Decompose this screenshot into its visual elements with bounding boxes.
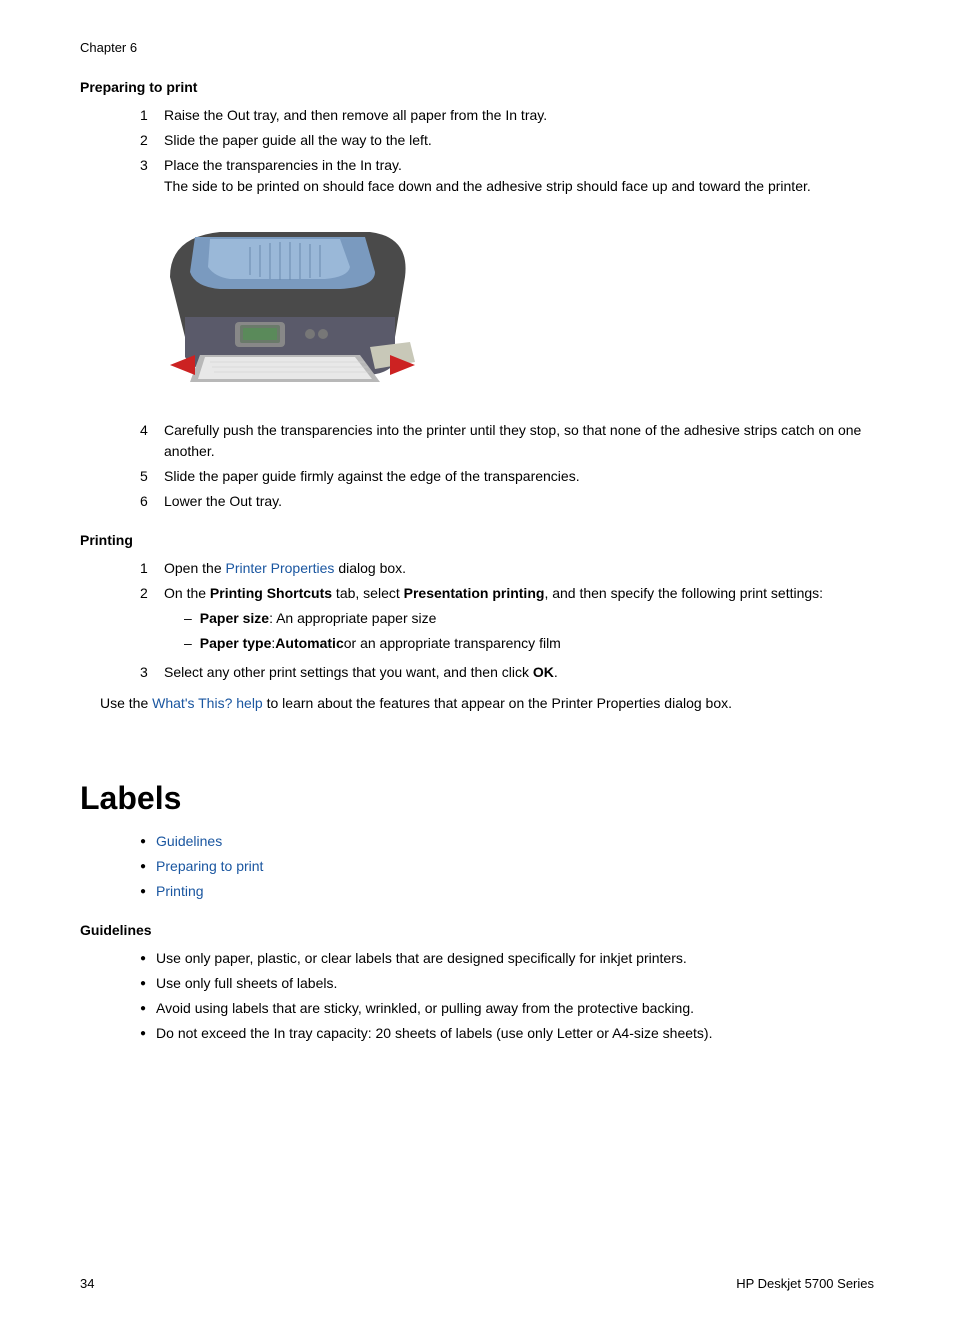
step-2: 2 Slide the paper guide all the way to t… <box>140 130 874 151</box>
toc-item-guidelines: Guidelines <box>140 831 874 852</box>
guidelines-section: Guidelines Use only paper, plastic, or c… <box>80 922 874 1044</box>
step-3-text: Place the transparencies in the In tray.… <box>164 155 874 197</box>
labels-section: Labels Guidelines Preparing to print Pri… <box>80 780 874 902</box>
print-settings-list: Paper size: An appropriate paper size Pa… <box>184 608 874 654</box>
printing-link[interactable]: Printing <box>156 881 203 902</box>
printing-step-1-num: 1 <box>140 558 164 579</box>
step-5-num: 5 <box>140 466 164 487</box>
guidelines-list: Use only paper, plastic, or clear labels… <box>140 948 874 1044</box>
guideline-4: Do not exceed the In tray capacity: 20 s… <box>140 1023 874 1044</box>
guideline-2: Use only full sheets of labels. <box>140 973 874 994</box>
step-2-num: 2 <box>140 130 164 151</box>
toc-item-preparing: Preparing to print <box>140 856 874 877</box>
page: Chapter 6 Preparing to print 1 Raise the… <box>0 0 954 1321</box>
step-6: 6 Lower the Out tray. <box>140 491 874 512</box>
step-4: 4 Carefully push the transparencies into… <box>140 420 874 462</box>
steps-list-1: 1 Raise the Out tray, and then remove al… <box>140 105 874 197</box>
step-4-num: 4 <box>140 420 164 462</box>
printing-section: Printing 1 Open the Printer Properties d… <box>80 532 874 714</box>
printing-step-2: 2 On the Printing Shortcuts tab, select … <box>140 583 874 658</box>
printing-step-1: 1 Open the Printer Properties dialog box… <box>140 558 874 579</box>
printer-properties-link[interactable]: Printer Properties <box>226 560 335 576</box>
step-6-text: Lower the Out tray. <box>164 491 874 512</box>
printing-step-2-text: On the Printing Shortcuts tab, select Pr… <box>164 583 874 658</box>
printing-step-1-text: Open the Printer Properties dialog box. <box>164 558 874 579</box>
preparing-to-print-link[interactable]: Preparing to print <box>156 856 263 877</box>
paper-size-setting: Paper size: An appropriate paper size <box>184 608 874 629</box>
step-1: 1 Raise the Out tray, and then remove al… <box>140 105 874 126</box>
step-5-text: Slide the paper guide firmly against the… <box>164 466 874 487</box>
guideline-3: Avoid using labels that are sticky, wrin… <box>140 998 874 1019</box>
step-4-text: Carefully push the transparencies into t… <box>164 420 874 462</box>
step-5: 5 Slide the paper guide firmly against t… <box>140 466 874 487</box>
printer-image-container <box>140 217 874 400</box>
whats-this-link[interactable]: What's This? help <box>152 695 263 711</box>
toc-item-printing: Printing <box>140 881 874 902</box>
preparing-to-print-heading: Preparing to print <box>80 79 874 95</box>
printing-step-3-num: 3 <box>140 662 164 683</box>
page-number: 34 <box>80 1276 94 1291</box>
printing-step-2-num: 2 <box>140 583 164 658</box>
paper-type-setting: Paper type: Automatic or an appropriate … <box>184 633 874 654</box>
preparing-to-print-section: Preparing to print 1 Raise the Out tray,… <box>80 79 874 512</box>
printer-illustration <box>140 217 420 397</box>
chapter-label: Chapter 6 <box>80 40 874 55</box>
whats-this-help-text: Use the What's This? help to learn about… <box>100 693 874 714</box>
guideline-1: Use only paper, plastic, or clear labels… <box>140 948 874 969</box>
steps-list-2: 4 Carefully push the transparencies into… <box>140 420 874 512</box>
step-1-text: Raise the Out tray, and then remove all … <box>164 105 874 126</box>
printing-step-3-text: Select any other print settings that you… <box>164 662 874 683</box>
guidelines-link[interactable]: Guidelines <box>156 831 222 852</box>
footer: 34 HP Deskjet 5700 Series <box>80 1276 874 1291</box>
printing-heading: Printing <box>80 532 874 548</box>
printing-step-3: 3 Select any other print settings that y… <box>140 662 874 683</box>
step-3-num: 3 <box>140 155 164 197</box>
labels-heading: Labels <box>80 780 874 817</box>
labels-toc-list: Guidelines Preparing to print Printing <box>140 831 874 902</box>
step-2-text: Slide the paper guide all the way to the… <box>164 130 874 151</box>
printing-steps-list: 1 Open the Printer Properties dialog box… <box>140 558 874 683</box>
step-6-num: 6 <box>140 491 164 512</box>
product-name: HP Deskjet 5700 Series <box>736 1276 874 1291</box>
step-3: 3 Place the transparencies in the In tra… <box>140 155 874 197</box>
step-1-num: 1 <box>140 105 164 126</box>
guidelines-heading: Guidelines <box>80 922 874 938</box>
